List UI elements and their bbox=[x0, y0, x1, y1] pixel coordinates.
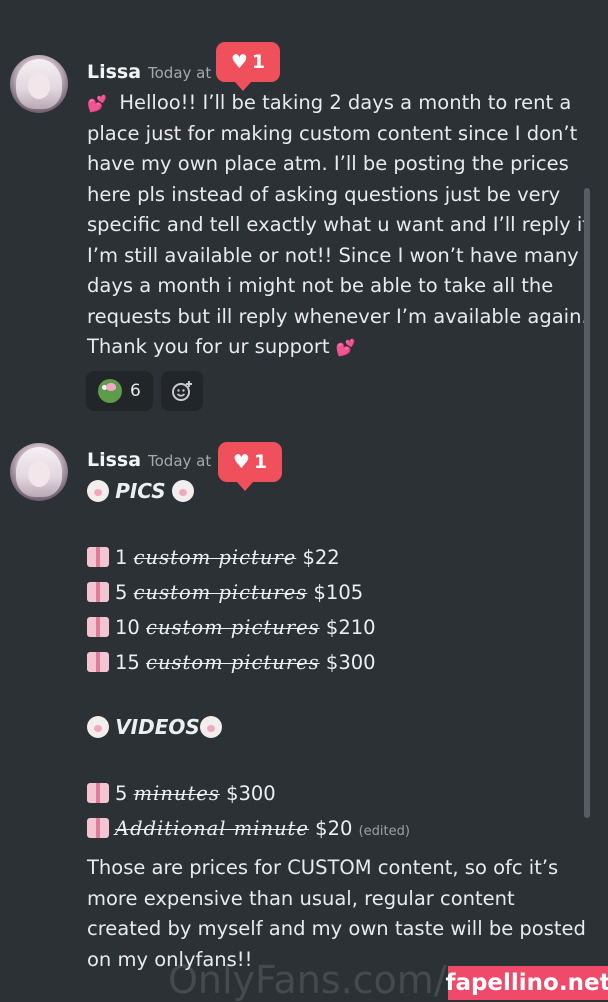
price: $105 bbox=[313, 581, 364, 604]
avatar[interactable] bbox=[10, 55, 68, 113]
gift-icon bbox=[87, 652, 109, 672]
pepe-emoji-icon bbox=[98, 379, 122, 403]
like-count: 1 bbox=[251, 51, 266, 73]
add-reaction-icon bbox=[171, 381, 192, 401]
price: $210 bbox=[325, 616, 376, 639]
text-line: here pls instead of asking questions jus… bbox=[87, 182, 561, 206]
heart-icon: ♥ bbox=[232, 451, 250, 473]
price-row: 15 custom pictures $300 bbox=[87, 645, 587, 680]
edited-label: (edited) bbox=[358, 824, 410, 839]
heading-text: VIDEOS bbox=[115, 715, 200, 739]
like-count: 1 bbox=[253, 451, 268, 473]
like-badge[interactable]: ♥ 1 bbox=[216, 42, 280, 91]
item-name: Additional minute bbox=[115, 817, 309, 840]
reaction-count: 6 bbox=[130, 381, 141, 401]
paw-icon bbox=[171, 480, 194, 502]
price-row: 10 custom pictures $210 bbox=[87, 610, 587, 645]
text-line: Those are prices for CUSTOM content, so … bbox=[87, 856, 559, 879]
gift-icon bbox=[87, 617, 109, 637]
heart-icon: ♥ bbox=[230, 51, 248, 73]
pink-hearts-icon: 💕 bbox=[87, 94, 107, 113]
price-row: 1 custom picture $22 bbox=[87, 540, 587, 575]
pics-heading: PICS bbox=[87, 474, 587, 509]
price-row: 5 custom pictures $105 bbox=[87, 575, 587, 610]
timestamp: Today at bbox=[148, 452, 212, 470]
item-name: custom picture bbox=[133, 546, 297, 569]
quantity: 1 bbox=[115, 546, 128, 569]
paw-icon bbox=[87, 716, 109, 738]
message-footer-text: Those are prices for CUSTOM content, so … bbox=[87, 853, 587, 975]
text-line: requests but ill reply whenever I’m avai… bbox=[87, 304, 588, 328]
text-line: have my own place atm. I’ll be posting t… bbox=[87, 152, 569, 175]
text-line: specific and tell exactly what u want an… bbox=[87, 213, 590, 236]
paw-icon bbox=[199, 716, 222, 738]
text-line: Helloo!! I’ll be taking 2 days a month t… bbox=[119, 91, 572, 114]
message-text: 💕 Helloo!! I’ll be taking 2 days a month… bbox=[87, 88, 590, 363]
gift-icon bbox=[87, 547, 109, 567]
reaction-pepe[interactable]: 6 bbox=[86, 371, 153, 411]
add-reaction-button[interactable] bbox=[160, 371, 203, 411]
text-line: place just for making custom content sin… bbox=[87, 121, 578, 145]
price-row: 5 minutes $300 bbox=[87, 776, 587, 811]
quantity: 15 bbox=[115, 651, 140, 674]
price: $20 bbox=[315, 817, 353, 840]
paw-icon bbox=[87, 480, 109, 502]
text-line: Thank you for ur support bbox=[87, 335, 330, 358]
gift-icon bbox=[87, 783, 109, 803]
avatar[interactable] bbox=[10, 443, 68, 501]
author-name[interactable]: Lissa bbox=[87, 61, 141, 83]
item-name: custom pictures bbox=[133, 581, 308, 604]
gift-icon bbox=[87, 818, 109, 838]
site-tag: fapellino.net bbox=[445, 966, 608, 1000]
scrollbar[interactable] bbox=[584, 188, 590, 818]
reactions-bar: 6 bbox=[86, 371, 203, 411]
timestamp: Today at bbox=[148, 64, 212, 82]
pink-hearts-icon: 💕 bbox=[335, 338, 356, 357]
watermark: OnlyFans.com/ bbox=[168, 958, 447, 1002]
item-name: custom pictures bbox=[146, 651, 320, 674]
quantity: 5 bbox=[115, 782, 128, 805]
author-name[interactable]: Lissa bbox=[87, 449, 141, 471]
price: $22 bbox=[302, 546, 340, 569]
price: $300 bbox=[325, 651, 376, 674]
price: $300 bbox=[226, 782, 276, 805]
videos-heading: VIDEOS bbox=[87, 710, 587, 745]
heading-text: PICS bbox=[115, 479, 166, 503]
gift-icon bbox=[87, 582, 109, 602]
text-line: created by myself and my own taste will … bbox=[87, 917, 586, 940]
text-line: days a month i might not be able to take… bbox=[87, 274, 554, 297]
text-line: I’m still available or not!! Since I won… bbox=[87, 243, 579, 267]
quantity: 10 bbox=[115, 616, 140, 639]
text-line: more expensive than usual, regular conte… bbox=[87, 886, 515, 910]
item-name: minutes bbox=[133, 782, 220, 805]
price-row: Additional minute $20 (edited) bbox=[87, 811, 587, 846]
quantity: 5 bbox=[115, 581, 128, 604]
item-name: custom pictures bbox=[146, 616, 320, 639]
